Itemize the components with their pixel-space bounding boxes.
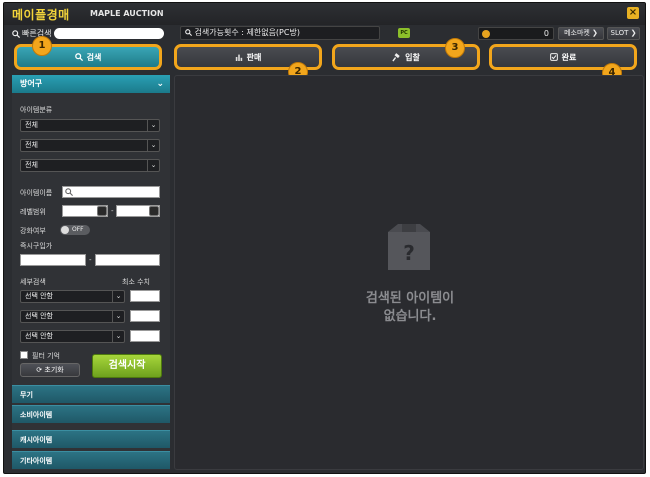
item-name-input[interactable] <box>62 186 160 198</box>
reset-button[interactable]: ⟳ 초기화 <box>20 363 80 377</box>
meso-display: 0 <box>478 27 554 40</box>
meso-value: 0 <box>543 29 549 38</box>
reset-button-label: 초기화 <box>44 366 64 374</box>
empty-box-icon: ? <box>388 224 430 270</box>
dropdown-value: 선택 안함 <box>25 292 53 300</box>
buyout-max-input[interactable] <box>95 254 160 266</box>
chevron-down-icon: ⌄ <box>112 331 124 342</box>
search-icon <box>65 188 73 196</box>
empty-results-message: 검색된 아이템이 없습니다. <box>310 290 510 326</box>
tab-sell-label: 판매 <box>246 52 262 62</box>
chevron-down-icon: ⌄ <box>147 140 159 151</box>
bar-chart-icon <box>235 54 242 61</box>
window-title: 메이플경매 <box>12 8 70 22</box>
enhance-toggle[interactable]: OFF <box>60 225 90 235</box>
tab-search-label: 검색 <box>86 52 102 62</box>
info-bar: 빠른검색 검색가능횟수 : 제한없음(PC방) PC 0 메소마켓 ❯ SLOT… <box>4 25 645 43</box>
window-subtitle: MAPLE AUCTION <box>90 9 164 18</box>
tab-badge-1: 1 <box>32 36 52 56</box>
detail-dropdown-3[interactable]: 선택 안함 ⌄ <box>20 330 125 343</box>
section-armor-header[interactable]: 방어구 ⌄ <box>12 75 170 93</box>
search-sidebar: 방어구 ⌄ 아이템분류 전체 ⌄ 전체 ⌄ 전체 ⌄ 아이템이름 레벨범위 - <box>12 75 170 470</box>
buyout-separator: - <box>89 256 92 264</box>
enhance-label: 강화여부 <box>20 227 46 235</box>
chevron-down-icon: ⌄ <box>112 311 124 322</box>
dropdown-value: 선택 안함 <box>25 312 53 320</box>
enhance-toggle-state: OFF <box>72 226 84 233</box>
meso-coin-icon <box>482 30 490 38</box>
category-weapon[interactable]: 무기 <box>12 385 170 403</box>
category-etc[interactable]: 기타아이템 <box>12 451 170 469</box>
dropdown-value: 전체 <box>25 161 38 169</box>
detail-dropdown-2[interactable]: 선택 안함 ⌄ <box>20 310 125 323</box>
title-bar: 메이플경매 MAPLE AUCTION × <box>4 3 645 25</box>
search-icon <box>12 29 20 38</box>
detail-min-input-1[interactable] <box>130 290 160 302</box>
category-cash[interactable]: 캐시아이템 <box>12 430 170 448</box>
empty-message-line-2: 없습니다. <box>383 309 437 324</box>
refresh-icon: ⟳ <box>36 366 43 374</box>
level-min-handle[interactable] <box>97 206 107 216</box>
category-dropdown-2[interactable]: 전체 ⌄ <box>20 139 160 152</box>
svg-text:?: ? <box>403 241 415 265</box>
tab-complete-label: 완료 <box>561 52 577 62</box>
level-range-separator: - <box>111 207 114 215</box>
results-panel: ? 검색된 아이템이 없습니다. <box>174 75 644 470</box>
hammer-icon <box>392 52 400 62</box>
close-button[interactable]: × <box>627 7 639 19</box>
dropdown-value: 전체 <box>25 121 38 129</box>
detail-dropdown-1[interactable]: 선택 안함 ⌄ <box>20 290 125 303</box>
search-count-display: 검색가능횟수 : 제한없음(PC방) <box>180 26 380 40</box>
chevron-down-icon: ⌄ <box>147 160 159 171</box>
detail-min-input-2[interactable] <box>130 310 160 322</box>
category-consumable[interactable]: 소비아이템 <box>12 405 170 423</box>
category-dropdown-3[interactable]: 전체 ⌄ <box>20 159 160 172</box>
filter-memory-checkbox[interactable] <box>20 351 28 359</box>
category-dropdown-1[interactable]: 전체 ⌄ <box>20 119 160 132</box>
item-category-label: 아이템분류 <box>20 106 53 114</box>
detail-min-input-3[interactable] <box>130 330 160 342</box>
pc-room-badge: PC <box>398 28 410 38</box>
level-range-label: 레벨범위 <box>20 208 46 216</box>
detail-search-label: 세부검색 <box>20 278 46 286</box>
search-count-text: 검색가능횟수 : 제한없음(PC방) <box>194 28 300 37</box>
empty-message-line-1: 검색된 아이템이 <box>365 291 455 306</box>
filter-memory-label: 필터 기억 <box>32 352 60 360</box>
level-max-handle[interactable] <box>149 206 159 216</box>
tab-badge-3: 3 <box>445 38 465 58</box>
start-search-button[interactable]: 검색시작 <box>92 354 162 378</box>
section-armor-label: 방어구 <box>20 79 43 88</box>
chevron-down-icon: ⌄ <box>112 291 124 302</box>
quick-search-input[interactable] <box>54 28 165 39</box>
search-icon <box>185 29 193 37</box>
check-icon <box>549 53 558 61</box>
tab-bid-label: 입찰 <box>405 52 420 62</box>
buyout-label: 즉시구입가 <box>20 242 53 250</box>
dropdown-value: 전체 <box>25 141 38 149</box>
item-name-label: 아이템이름 <box>20 189 53 197</box>
toggle-knob <box>61 226 69 234</box>
dropdown-value: 선택 안함 <box>25 332 53 340</box>
chevron-down-icon: ⌄ <box>156 79 164 89</box>
buyout-min-input[interactable] <box>20 254 86 266</box>
slot-button[interactable]: SLOT ❯ <box>607 27 640 40</box>
auction-window: 메이플경매 MAPLE AUCTION × 빠른검색 검색가능횟수 : 제한없음… <box>3 2 646 474</box>
chevron-down-icon: ⌄ <box>147 120 159 131</box>
min-value-label: 최소 수치 <box>122 278 150 286</box>
meso-market-button[interactable]: 메소마켓 ❯ <box>558 27 604 40</box>
search-icon <box>74 53 83 61</box>
